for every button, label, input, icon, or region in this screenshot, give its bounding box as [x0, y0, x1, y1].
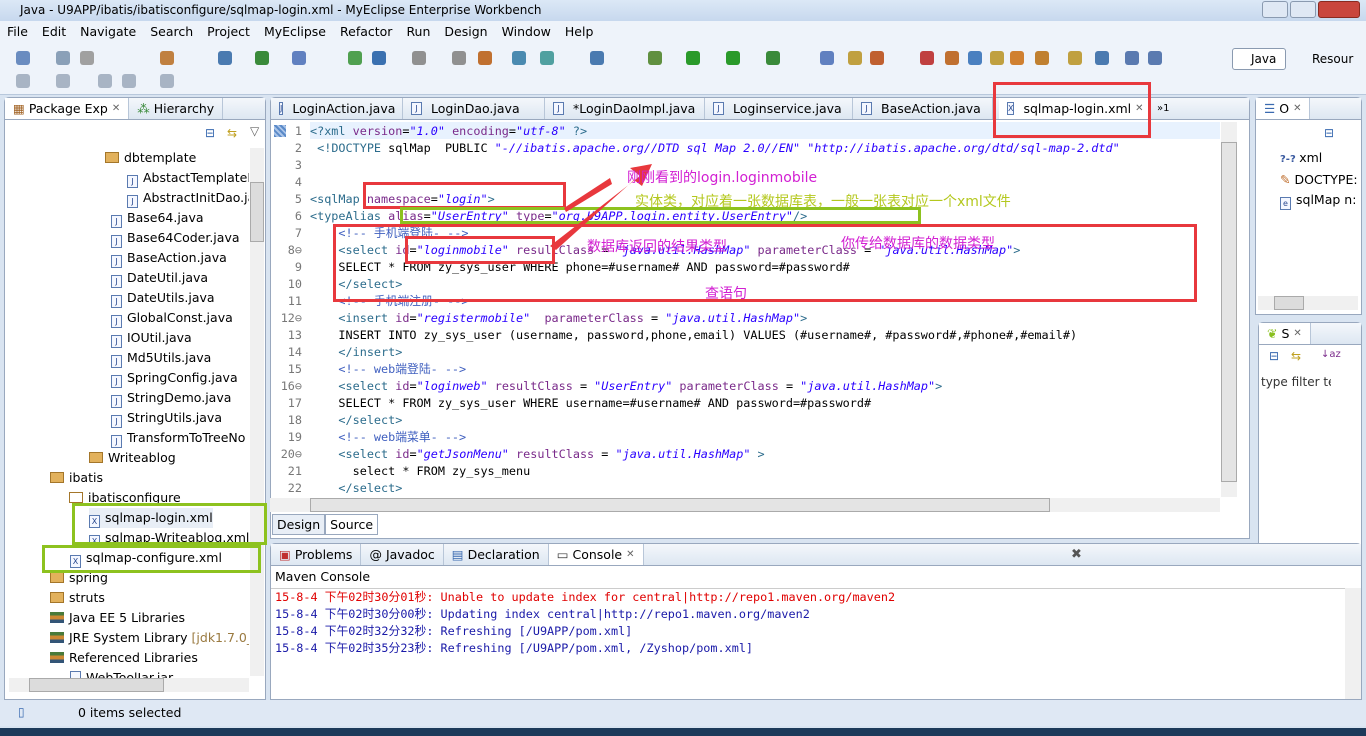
tab-declaration[interactable]: ▤ Declaration: [444, 544, 549, 565]
outline-item[interactable]: ✎ DOCTYPE:: [1280, 170, 1358, 190]
snippets-tabs: ❦ S ✕: [1259, 323, 1361, 345]
console-output[interactable]: 15-8-4 下午02时30分01秒: Unable to update ind…: [271, 588, 1345, 701]
console-line: 15-8-4 下午02时32分32秒: Refreshing [/U9APP/p…: [275, 624, 633, 638]
outline-tree: ?-? xml ✎ DOCTYPE: e sqlMap n:: [1280, 148, 1358, 210]
outline-tabs: ☰ O ✕: [1256, 98, 1361, 120]
at-icon: @: [369, 546, 382, 562]
annotation-result-note: 数据库返回的结果类型: [587, 239, 727, 255]
tab-label: Declaration: [467, 546, 540, 562]
horizontal-scrollbar[interactable]: [1258, 296, 1358, 310]
console-header: Maven Console: [275, 569, 371, 584]
annotation-entity-note: 实体类，对应着一张数据库表，一般一张表对应一个xml文件: [635, 194, 1011, 210]
outline-item[interactable]: e sqlMap n:: [1280, 190, 1358, 210]
xml-decl-icon: ?-?: [1280, 154, 1300, 165]
status-bar: ▯ 0 items selected: [0, 700, 1366, 726]
link-icon[interactable]: ⇆: [1291, 349, 1301, 363]
arrow-icon: [564, 178, 612, 212]
tab-javadoc[interactable]: @ Javadoc: [361, 544, 444, 565]
doctype-icon: ✎: [1280, 172, 1295, 187]
filter-input[interactable]: type filter te: [1261, 371, 1331, 393]
tab-snippets[interactable]: ❦ S ✕: [1259, 323, 1311, 344]
element-icon: e: [1280, 197, 1291, 210]
close-icon[interactable]: ✕: [1293, 323, 1301, 345]
scrollbar-thumb[interactable]: [1274, 296, 1304, 310]
outline-icon: ☰: [1264, 100, 1276, 116]
tab-problems[interactable]: ▣ Problems: [271, 544, 362, 565]
tab-console[interactable]: ▭ Console ✕: [548, 544, 644, 566]
annotation-namespace-note: 刚刚看到的login.loginmobile: [627, 170, 818, 186]
console-line: 15-8-4 下午02时35分23秒: Refreshing [/U9APP/p…: [275, 641, 754, 655]
console-panel: ▣ Problems @ Javadoc ▤ Declaration ▭ Console…: [270, 543, 1362, 700]
outline-label: xml: [1299, 150, 1323, 165]
console-line: 15-8-4 下午02时30分01秒: Unable to update ind…: [275, 590, 896, 604]
console-tabs: ▣ Problems @ Javadoc ▤ Declaration ▭ Console…: [271, 544, 1361, 566]
tab-label: Javadoc: [385, 546, 435, 562]
sort-icon[interactable]: ↓az: [1321, 349, 1341, 360]
problems-icon: ▣: [279, 546, 291, 562]
collapse-all-icon[interactable]: ⊟: [1324, 126, 1334, 140]
tab-outline[interactable]: ☰ O ✕: [1256, 98, 1311, 120]
annotation-param-note: 你传给数据库的数据类型: [841, 236, 995, 252]
tab-label: S: [1281, 325, 1290, 341]
annotation-query-note: 查语句: [705, 286, 747, 302]
tab-label: O: [1279, 100, 1290, 116]
leaf-icon: ❦: [1267, 325, 1278, 341]
fast-view-icon[interactable]: ▯: [18, 705, 25, 719]
console-line: 15-8-4 下午02时30分00秒: Updating index centr…: [275, 607, 810, 621]
remove-launch-icon[interactable]: ✖: [1071, 547, 1082, 562]
tab-label: Console: [572, 546, 623, 562]
collapse-all-icon[interactable]: ⊟: [1269, 349, 1279, 363]
declaration-icon: ▤: [451, 546, 464, 562]
outline-label: DOCTYPE:: [1294, 172, 1358, 187]
console-scrollbar[interactable]: [1345, 588, 1361, 699]
taskbar: [0, 728, 1366, 736]
outline-label: sqlMap n:: [1296, 192, 1357, 207]
close-icon[interactable]: ✕: [1293, 98, 1301, 120]
outline-panel: ☰ O ✕ ⊟ ?-? xml ✎ DOCTYPE: e sqlMap n:: [1255, 97, 1362, 315]
status-text: 0 items selected: [78, 705, 182, 720]
console-icon: ▭: [556, 546, 569, 562]
tab-label: Problems: [294, 546, 353, 562]
outline-item[interactable]: ?-? xml: [1280, 148, 1358, 170]
close-icon[interactable]: ✕: [626, 544, 634, 566]
